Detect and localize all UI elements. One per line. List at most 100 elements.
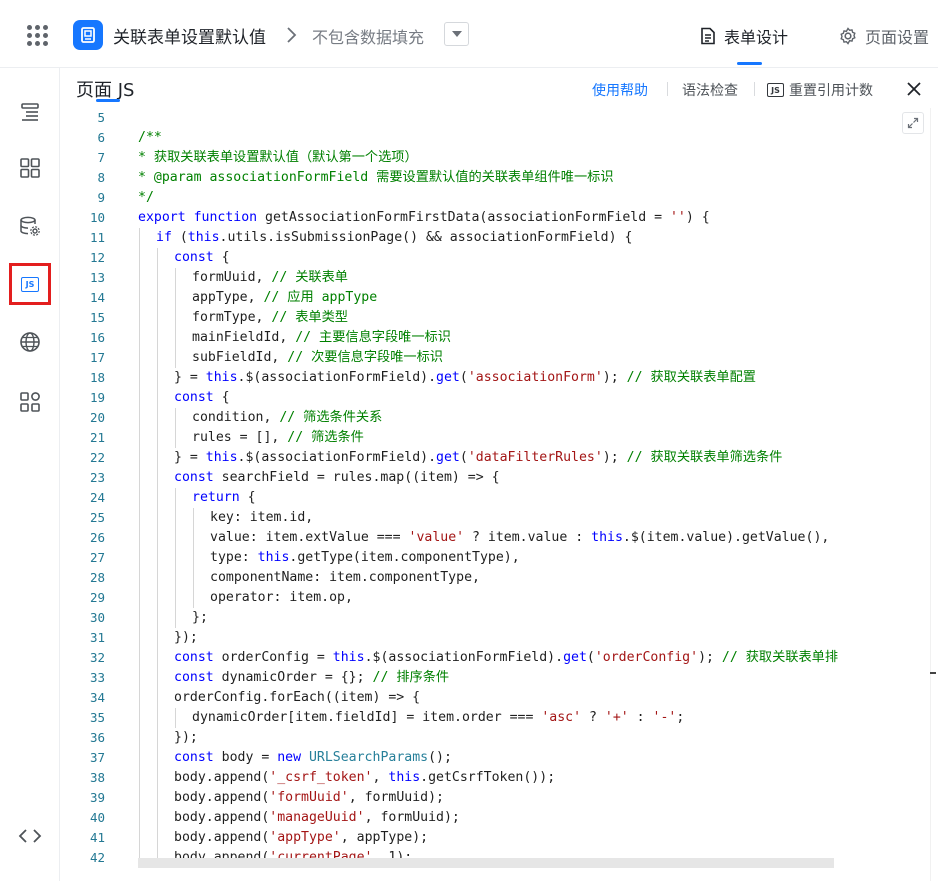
code-line[interactable]: /**: [138, 128, 162, 148]
page-name[interactable]: 不包含数据填充: [312, 24, 424, 48]
indent-guide: [193, 588, 194, 608]
app-form-icon[interactable]: [73, 20, 103, 50]
code-line[interactable]: dynamicOrder[item.fieldId] = item.order …: [192, 708, 684, 728]
code-line[interactable]: mainFieldId, // 主要信息字段唯一标识: [192, 328, 451, 348]
horizontal-scrollbar[interactable]: [138, 858, 834, 868]
tab-form-design[interactable]: 表单设计: [700, 24, 788, 48]
code-line[interactable]: componentName: item.componentType,: [210, 568, 480, 588]
page-switch-dropdown[interactable]: [444, 22, 469, 46]
code-line[interactable]: export function getAssociationFormFirstD…: [138, 208, 710, 228]
code-token: .$(item.value).getValue(),: [622, 530, 830, 545]
code-token: , appType);: [340, 830, 429, 845]
data-source-button[interactable]: [10, 206, 50, 246]
code-token: // 次要信息字段唯一标识: [287, 350, 443, 365]
code-token: function: [193, 210, 266, 225]
code-line[interactable]: appType, // 应用 appType: [192, 288, 377, 308]
indent-guide: [193, 508, 194, 528]
indent-guide: [157, 408, 158, 428]
code-line[interactable]: value: item.extValue === 'value' ? item.…: [210, 528, 829, 548]
components-button[interactable]: [10, 148, 50, 188]
app-grid-icon[interactable]: [27, 25, 49, 47]
code-token: getAssociationFormFirstData(associationF…: [265, 210, 670, 225]
code-token: const: [174, 250, 222, 265]
code-line[interactable]: rules = [], // 筛选条件: [192, 428, 364, 448]
expand-editor-button[interactable]: [902, 112, 924, 134]
source-code-button[interactable]: [10, 816, 50, 856]
plugins-button[interactable]: [10, 382, 50, 422]
code-line[interactable]: * 获取关联表单设置默认值（默认第一个选项）: [138, 148, 418, 168]
line-number: 18: [89, 370, 105, 385]
code-token: 'formUuid': [269, 790, 349, 805]
panel-title-indicator: [96, 99, 120, 102]
code-content[interactable]: /** * 获取关联表单设置默认值（默认第一个选项） * @param associ…: [138, 108, 938, 881]
code-token: ();: [428, 750, 452, 765]
code-token: // 主要信息字段唯一标识: [295, 330, 451, 345]
code-line[interactable]: formType, // 表单类型: [192, 308, 348, 328]
code-token: .getType(item.componentType),: [289, 550, 520, 565]
indent-guide: [157, 468, 158, 488]
code-line[interactable]: body.append('appType', appType);: [174, 828, 428, 848]
code-token: body.append(: [174, 790, 270, 805]
reset-ref-count-button[interactable]: JS 重置引用计数: [767, 80, 873, 100]
expand-icon: [907, 117, 919, 129]
code-line[interactable]: };: [192, 608, 208, 628]
code-token: };: [192, 610, 208, 625]
code-token: // 关联表单: [271, 270, 348, 285]
code-line[interactable]: const orderConfig = this.$(associationFo…: [174, 648, 838, 668]
code-token: this: [257, 550, 290, 565]
outline-tree-button[interactable]: [10, 92, 50, 132]
line-number: 17: [89, 350, 105, 365]
code-line[interactable]: */: [138, 188, 154, 208]
indent-guide: [157, 348, 158, 368]
line-number: 5: [97, 110, 105, 125]
code-token: appType,: [192, 290, 264, 305]
i18n-button[interactable]: [10, 322, 50, 362]
code-line[interactable]: operator: item.op,: [210, 588, 353, 608]
code-line[interactable]: });: [174, 628, 198, 648]
code-line[interactable]: key: item.id,: [210, 508, 313, 528]
code-line[interactable]: });: [174, 728, 198, 748]
code-line[interactable]: const {: [174, 248, 230, 268]
code-line[interactable]: subFieldId, // 次要信息字段唯一标识: [192, 348, 443, 368]
code-line[interactable]: } = this.$(associationFormField).get('da…: [174, 448, 782, 468]
code-line[interactable]: const {: [174, 388, 230, 408]
app-title[interactable]: 关联表单设置默认值: [113, 23, 266, 48]
code-line[interactable]: body.append('_csrf_token', this.getCsrfT…: [174, 768, 555, 788]
code-line[interactable]: const body = new URLSearchParams();: [174, 748, 452, 768]
code-line[interactable]: type: this.getType(item.componentType),: [210, 548, 520, 568]
code-token: , formUuid);: [364, 810, 460, 825]
js-icon: JS: [21, 276, 39, 292]
code-line[interactable]: condition, // 筛选条件关系: [192, 408, 382, 428]
code-line[interactable]: if (this.utils.isSubmissionPage() && ass…: [156, 228, 632, 248]
indent-guide: [157, 608, 158, 628]
database-gear-icon: [20, 216, 40, 236]
line-number: 31: [89, 630, 105, 645]
indent-guide: [139, 648, 140, 668]
code-token: searchField = rules.map((item) => {: [221, 470, 500, 485]
code-line[interactable]: const searchField = rules.map((item) => …: [174, 468, 500, 488]
code-line[interactable]: const dynamicOrder = {}; // 排序条件: [174, 668, 449, 688]
indent-guide: [175, 428, 176, 448]
tab-page-settings[interactable]: 页面设置: [839, 24, 929, 48]
code-line[interactable]: } = this.$(associationFormField).get('as…: [174, 368, 756, 388]
code-brackets-icon: [18, 829, 42, 843]
code-line[interactable]: body.append('manageUuid', formUuid);: [174, 808, 460, 828]
code-token: , formUuid);: [348, 790, 444, 805]
code-token: new: [277, 750, 309, 765]
indent-guide: [139, 688, 140, 708]
code-editor[interactable]: 5 6 7 8 9 10 11 12 13 14 15 16 17 18 19 20 21 22 23 24 25 26 2…: [60, 108, 938, 881]
line-number: 30: [89, 610, 105, 625]
code-line[interactable]: * @param associationFormField 需要设置默认值的关联…: [138, 168, 614, 188]
code-token: // 筛选条件: [287, 430, 364, 445]
code-line[interactable]: orderConfig.forEach((item) => {: [174, 688, 420, 708]
help-link[interactable]: 使用帮助: [592, 80, 648, 100]
close-icon[interactable]: [905, 80, 923, 98]
line-number: 21: [89, 430, 105, 445]
code-line[interactable]: return {: [192, 488, 256, 508]
code-line[interactable]: formUuid, // 关联表单: [192, 268, 348, 288]
indent-guide: [157, 388, 158, 408]
syntax-check-button[interactable]: 语法检查: [682, 80, 738, 100]
indent-guide: [139, 388, 140, 408]
page-js-button[interactable]: JS: [9, 263, 51, 305]
code-line[interactable]: body.append('formUuid', formUuid);: [174, 788, 444, 808]
